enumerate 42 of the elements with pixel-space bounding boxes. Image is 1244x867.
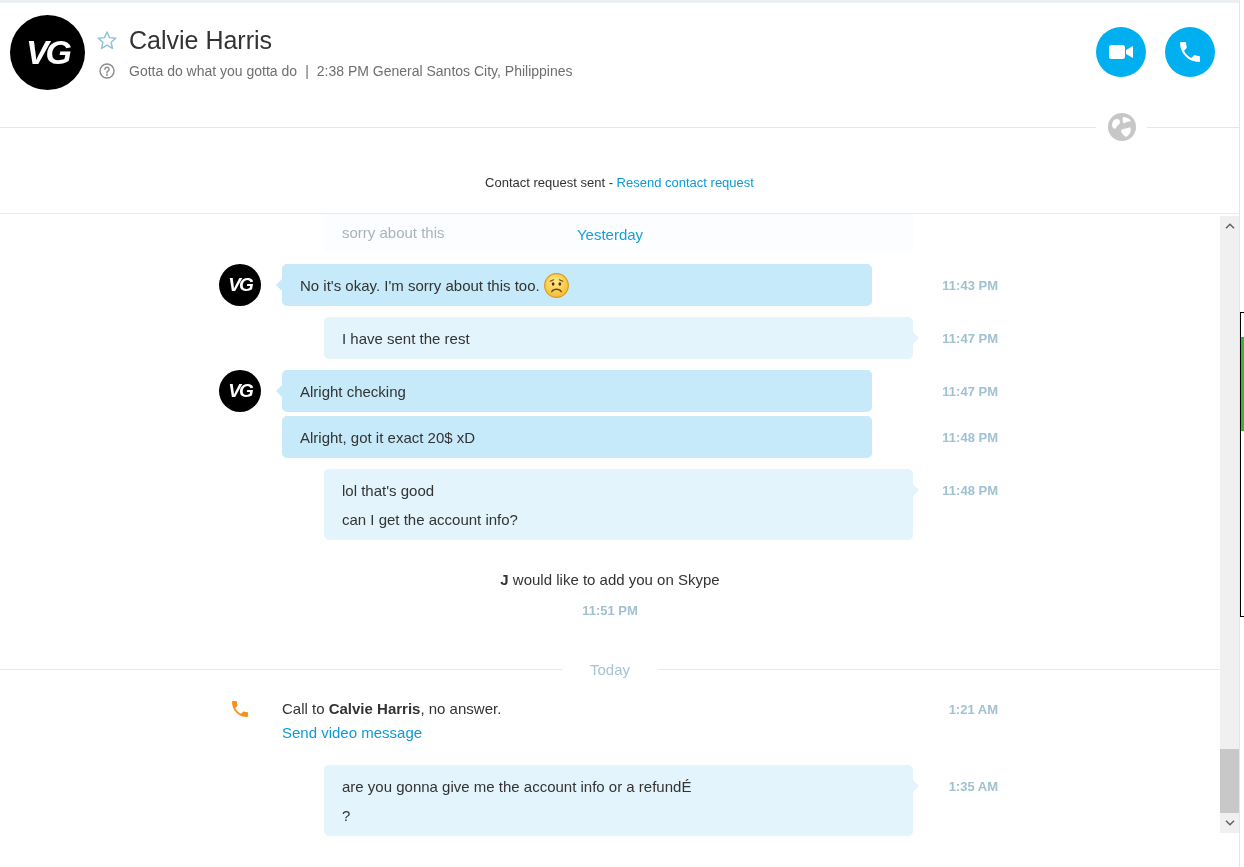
contact-request-notice: J would like to add you on Skype xyxy=(500,571,720,588)
timestamp: 11:43 PM xyxy=(942,278,998,293)
message-text: can I get the account info? xyxy=(342,510,518,528)
contact-name: Calvie Harris xyxy=(129,25,273,55)
timestamp: 11:51 PM xyxy=(582,603,638,618)
timestamp: 11:47 PM xyxy=(942,384,998,399)
timestamp: 11:48 PM xyxy=(942,483,998,498)
timestamp: 11:47 PM xyxy=(942,331,998,346)
message-text: No it's okay. I'm sorry about this too. xyxy=(300,276,540,294)
timestamp: 1:35 AM xyxy=(948,779,998,794)
contact-avatar: VG xyxy=(10,15,85,90)
message-text: are you gonna give me the account info or a refundÉ xyxy=(342,777,692,795)
mood-message: Gotta do what you gotta do xyxy=(129,63,298,79)
message-text: sorry about this xyxy=(342,223,445,241)
message-text: lol that's good xyxy=(342,481,435,499)
timestamp: 11:48 PM xyxy=(942,430,998,445)
chevron-down-icon[interactable] xyxy=(1224,820,1235,826)
message-text: Alright, got it exact 20$ xD xyxy=(300,428,476,446)
star-icon[interactable] xyxy=(97,30,117,50)
globe-icon[interactable] xyxy=(1108,113,1136,141)
contact-avatar: VG xyxy=(219,370,261,412)
question-mark-icon xyxy=(99,63,115,79)
message-text: Alright checking xyxy=(300,382,406,400)
scrollbar-thumb[interactable] xyxy=(1220,749,1239,813)
call-button[interactable] xyxy=(1165,27,1215,77)
date-divider-label: Today xyxy=(590,660,630,678)
date-header: Yesterday xyxy=(576,226,644,243)
call-notice: Call to Calvie Harris, no answer. xyxy=(282,699,502,719)
video-camera-icon xyxy=(1109,45,1133,59)
timestamp: 1:21 AM xyxy=(948,702,998,717)
contact-avatar: VG xyxy=(219,264,261,306)
phone-icon xyxy=(1180,42,1200,62)
phone-icon xyxy=(232,701,248,717)
message-text: I have sent the rest xyxy=(342,329,470,347)
contact-request-status: Contact request sent - xyxy=(485,175,613,190)
video-call-button[interactable] xyxy=(1096,27,1146,77)
separator: | xyxy=(305,63,309,79)
resend-contact-request-link[interactable]: Resend contact request xyxy=(616,175,754,190)
local-time-location: 2:38 PM General Santos City, Philippines xyxy=(316,63,573,79)
chevron-up-icon[interactable] xyxy=(1224,223,1235,229)
message-text: ? xyxy=(342,806,351,824)
send-video-message-link[interactable]: Send video message xyxy=(282,723,423,743)
